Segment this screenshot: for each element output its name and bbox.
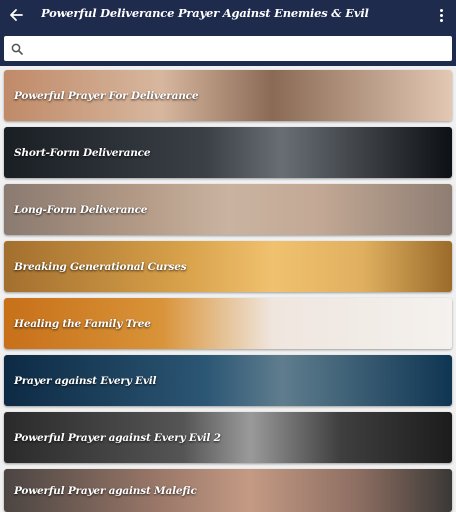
more-dot [439,18,443,22]
list-item[interactable]: Prayer against Every Evil [4,355,452,406]
list-item[interactable]: Breaking Generational Curses [4,241,452,292]
list-item-label: Breaking Generational Curses [14,260,187,273]
list-item-label: Long-Form Deliverance [14,203,148,216]
list-item[interactable]: Short-Form Deliverance [4,127,452,178]
arrow-left-icon [10,9,23,21]
search-input[interactable] [30,36,452,61]
search-icon [4,36,30,61]
search-bar[interactable] [4,36,452,61]
list-item-label: Healing the Family Tree [14,317,151,330]
list-item-label: Short-Form Deliverance [14,146,151,159]
more-dot [439,13,443,17]
list-item[interactable]: Powerful Prayer against Malefic [4,469,452,512]
app-bar: Powerful Deliverance Prayer Against Enem… [0,0,456,66]
more-vertical-icon [439,8,443,12]
list-item[interactable]: Powerful Prayer For Deliverance [4,70,452,121]
page-title: Powerful Deliverance Prayer Against Enem… [41,6,369,20]
more-options-button[interactable] [434,5,448,25]
list-item-label: Prayer against Every Evil [14,374,157,387]
list-item-label: Powerful Prayer against Every Evil 2 [14,431,221,444]
list-item[interactable]: Powerful Prayer against Every Evil 2 [4,412,452,463]
back-button[interactable] [6,5,26,25]
list-item[interactable]: Long-Form Deliverance [4,184,452,235]
list-item-label: Powerful Prayer against Malefic [14,484,197,497]
list-item[interactable]: Healing the Family Tree [4,298,452,349]
list-item-label: Powerful Prayer For Deliverance [14,89,199,102]
